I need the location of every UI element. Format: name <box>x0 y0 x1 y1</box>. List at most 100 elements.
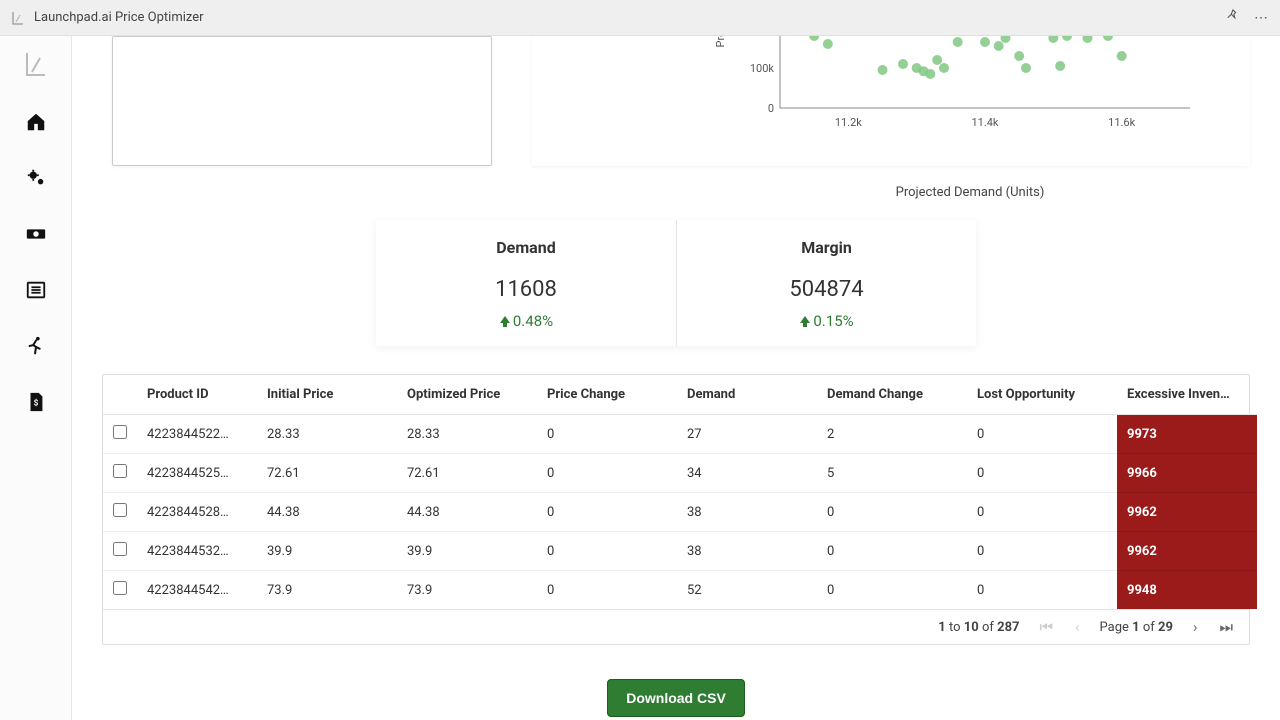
nav-cash[interactable] <box>24 222 48 246</box>
products-table: Product ID Initial Price Optimized Price… <box>102 374 1250 645</box>
svg-text:11.4k: 11.4k <box>971 116 998 129</box>
cell-demand-change: 5 <box>817 454 967 493</box>
col-demand[interactable]: Demand <box>677 375 817 415</box>
cell-initial-price: 44.38 <box>257 493 397 532</box>
cell-demand: 38 <box>677 532 817 571</box>
cell-price-change: 0 <box>537 571 677 610</box>
cell-optimized-price: 28.33 <box>397 415 537 454</box>
cell-price-change: 0 <box>537 532 677 571</box>
cell-demand: 52 <box>677 571 817 610</box>
metric-margin-title: Margin <box>687 238 966 257</box>
svg-text:11.6k: 11.6k <box>1108 116 1135 129</box>
cell-price-change: 0 <box>537 454 677 493</box>
cell-price-change: 0 <box>537 415 677 454</box>
cell-demand-change: 0 <box>817 571 967 610</box>
metric-demand-delta: 0.48% <box>386 312 666 330</box>
nav-list[interactable] <box>24 278 48 302</box>
brand-logo-icon <box>22 50 50 78</box>
cell-initial-price: 28.33 <box>257 415 397 454</box>
cell-lost-opportunity: 0 <box>967 454 1117 493</box>
cell-excessive-inventory: 9962 <box>1117 532 1257 571</box>
cell-demand: 38 <box>677 493 817 532</box>
svg-text:0: 0 <box>768 102 774 115</box>
col-excessive-inventory[interactable]: Excessive Inven… <box>1117 375 1257 415</box>
metric-demand-value: 11608 <box>386 277 666 302</box>
col-product-id[interactable]: Product ID <box>137 375 257 415</box>
col-price-change[interactable]: Price Change <box>537 375 677 415</box>
arrow-up-icon <box>499 315 511 327</box>
sidebar: $ <box>0 36 72 720</box>
nav-settings[interactable] <box>24 166 48 190</box>
cell-lost-opportunity: 0 <box>967 493 1117 532</box>
cell-optimized-price: 39.9 <box>397 532 537 571</box>
table-row: 4223844532…39.939.9038009962 <box>103 532 1257 571</box>
cell-optimized-price: 73.9 <box>397 571 537 610</box>
cell-product-id: 4223844528… <box>137 493 257 532</box>
cell-product-id: 4223844532… <box>137 532 257 571</box>
nav-invoice[interactable]: $ <box>24 390 48 414</box>
metric-pair: Demand 11608 0.48% Margin 504874 0.15% <box>376 220 976 346</box>
cell-initial-price: 39.9 <box>257 532 397 571</box>
cell-demand-change: 2 <box>817 415 967 454</box>
row-checkbox[interactable] <box>113 581 127 595</box>
table-row: 4223844542…73.973.9052009948 <box>103 571 1257 610</box>
topbar: Launchpad.ai Price Optimizer ⋯ <box>0 0 1280 36</box>
col-lost-opportunity[interactable]: Lost Opportunity <box>967 375 1117 415</box>
more-icon[interactable]: ⋯ <box>1254 10 1270 26</box>
range-text: 1 to 10 of 287 <box>938 620 1019 635</box>
cell-price-change: 0 <box>537 493 677 532</box>
page-text: Page 1 of 29 <box>1100 620 1173 635</box>
col-initial-price[interactable]: Initial Price <box>257 375 397 415</box>
cell-lost-opportunity: 0 <box>967 571 1117 610</box>
scatter-ylabel: Proj <box>714 36 727 47</box>
chart-card-left <box>112 36 492 166</box>
svg-text:11.2k: 11.2k <box>835 116 862 129</box>
table-row: 4223844525…72.6172.61034509966 <box>103 454 1257 493</box>
metric-demand: Demand 11608 0.48% <box>376 220 676 346</box>
app-title: Launchpad.ai Price Optimizer <box>34 10 204 25</box>
cell-optimized-price: 72.61 <box>397 454 537 493</box>
page-last-button[interactable]: ⏭ <box>1217 618 1235 636</box>
table-header-row: Product ID Initial Price Optimized Price… <box>103 375 1257 415</box>
cell-excessive-inventory: 9962 <box>1117 493 1257 532</box>
cell-lost-opportunity: 0 <box>967 532 1117 571</box>
scatter-chart: Proj 100k011.2k11.4k11.6k Projected Dema… <box>740 36 1200 168</box>
nav-home[interactable] <box>24 110 48 134</box>
cell-demand: 27 <box>677 415 817 454</box>
table-footer: 1 to 10 of 287 ⏮ ‹ Page 1 of 29 › ⏭ <box>103 609 1249 644</box>
cell-optimized-price: 44.38 <box>397 493 537 532</box>
app-logo-icon <box>10 10 26 26</box>
nav-run[interactable] <box>24 334 48 358</box>
cell-initial-price: 73.9 <box>257 571 397 610</box>
cell-demand-change: 0 <box>817 532 967 571</box>
row-checkbox[interactable] <box>113 542 127 556</box>
main-content: Proj 100k 0 11.2k 11.4k 11.6k Projected Dema… <box>72 36 1280 720</box>
col-demand-change[interactable]: Demand Change <box>817 375 967 415</box>
page-prev-button[interactable]: ‹ <box>1073 618 1082 636</box>
svg-text:$: $ <box>33 398 38 409</box>
page-first-button[interactable]: ⏮ <box>1038 618 1056 636</box>
row-checkbox[interactable] <box>113 503 127 517</box>
cell-product-id: 4223844542… <box>137 571 257 610</box>
metric-margin: Margin 504874 0.15% <box>676 220 976 346</box>
svg-text:100k: 100k <box>750 62 775 75</box>
row-checkbox[interactable] <box>113 464 127 478</box>
row-checkbox[interactable] <box>113 425 127 439</box>
chart-card-right: Proj 100k011.2k11.4k11.6k Projected Dema… <box>532 36 1250 166</box>
arrow-up-icon <box>799 315 811 327</box>
pin-icon[interactable] <box>1226 9 1240 27</box>
cell-excessive-inventory: 9966 <box>1117 454 1257 493</box>
cell-product-id: 4223844525… <box>137 454 257 493</box>
scatter-xlabel: Projected Demand (Units) <box>896 185 1045 200</box>
cell-lost-opportunity: 0 <box>967 415 1117 454</box>
table-row: 4223844522…28.3328.33027209973 <box>103 415 1257 454</box>
cell-demand-change: 0 <box>817 493 967 532</box>
metric-margin-delta: 0.15% <box>687 312 966 330</box>
cell-demand: 34 <box>677 454 817 493</box>
col-optimized-price[interactable]: Optimized Price <box>397 375 537 415</box>
metric-demand-title: Demand <box>386 238 666 257</box>
metric-margin-value: 504874 <box>687 277 966 302</box>
table-row: 4223844528…44.3844.38038009962 <box>103 493 1257 532</box>
download-csv-button[interactable]: Download CSV <box>607 679 745 717</box>
page-next-button[interactable]: › <box>1191 618 1200 636</box>
